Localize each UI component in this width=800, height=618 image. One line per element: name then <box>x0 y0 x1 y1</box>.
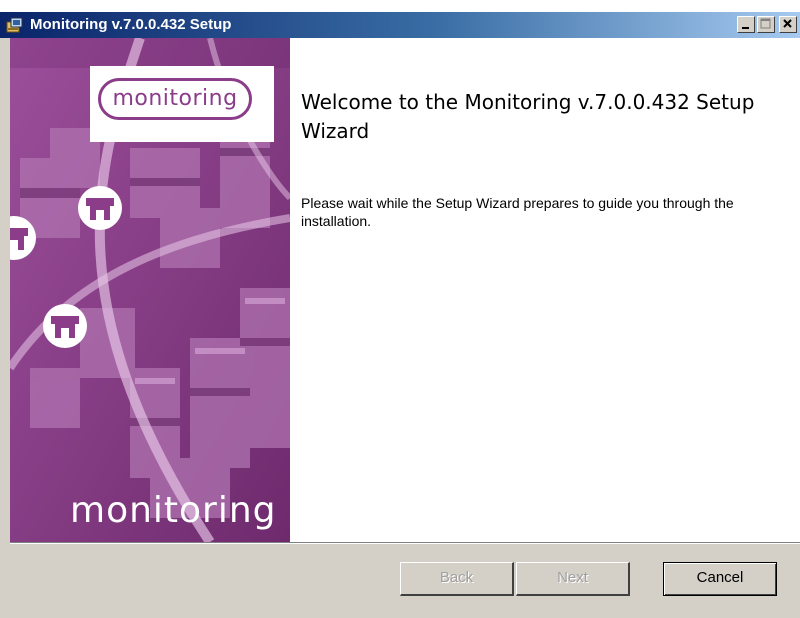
cancel-button[interactable]: Cancel <box>663 562 777 596</box>
welcome-panel: Welcome to the Monitoring v.7.0.0.432 Se… <box>290 38 800 542</box>
welcome-description: Please wait while the Setup Wizard prepa… <box>301 195 734 229</box>
minimize-button[interactable] <box>737 16 755 33</box>
brand-text: monitoring <box>70 490 277 531</box>
divider <box>10 542 800 544</box>
store-icon <box>43 304 87 348</box>
maximize-button[interactable] <box>757 16 775 33</box>
setup-window: Monitoring v.7.0.0.432 Setup monitoring … <box>0 12 800 618</box>
store-icon <box>78 186 122 230</box>
maximize-icon <box>760 18 771 29</box>
logo-box: monitoring <box>90 66 274 142</box>
installer-icon <box>6 17 23 33</box>
next-button[interactable]: Next <box>516 562 630 596</box>
close-button[interactable] <box>779 16 797 33</box>
back-button[interactable]: Back <box>400 562 514 596</box>
wizard-banner: monitoring monitoring <box>10 38 290 542</box>
minimize-icon <box>742 27 749 29</box>
close-icon <box>783 19 792 28</box>
background-strip <box>0 0 800 12</box>
title-bar[interactable]: Monitoring v.7.0.0.432 Setup <box>0 12 800 38</box>
welcome-title: Welcome to the Monitoring v.7.0.0.432 Se… <box>301 90 755 143</box>
logo: monitoring <box>98 78 252 120</box>
window-title: Monitoring v.7.0.0.432 Setup <box>30 16 232 33</box>
